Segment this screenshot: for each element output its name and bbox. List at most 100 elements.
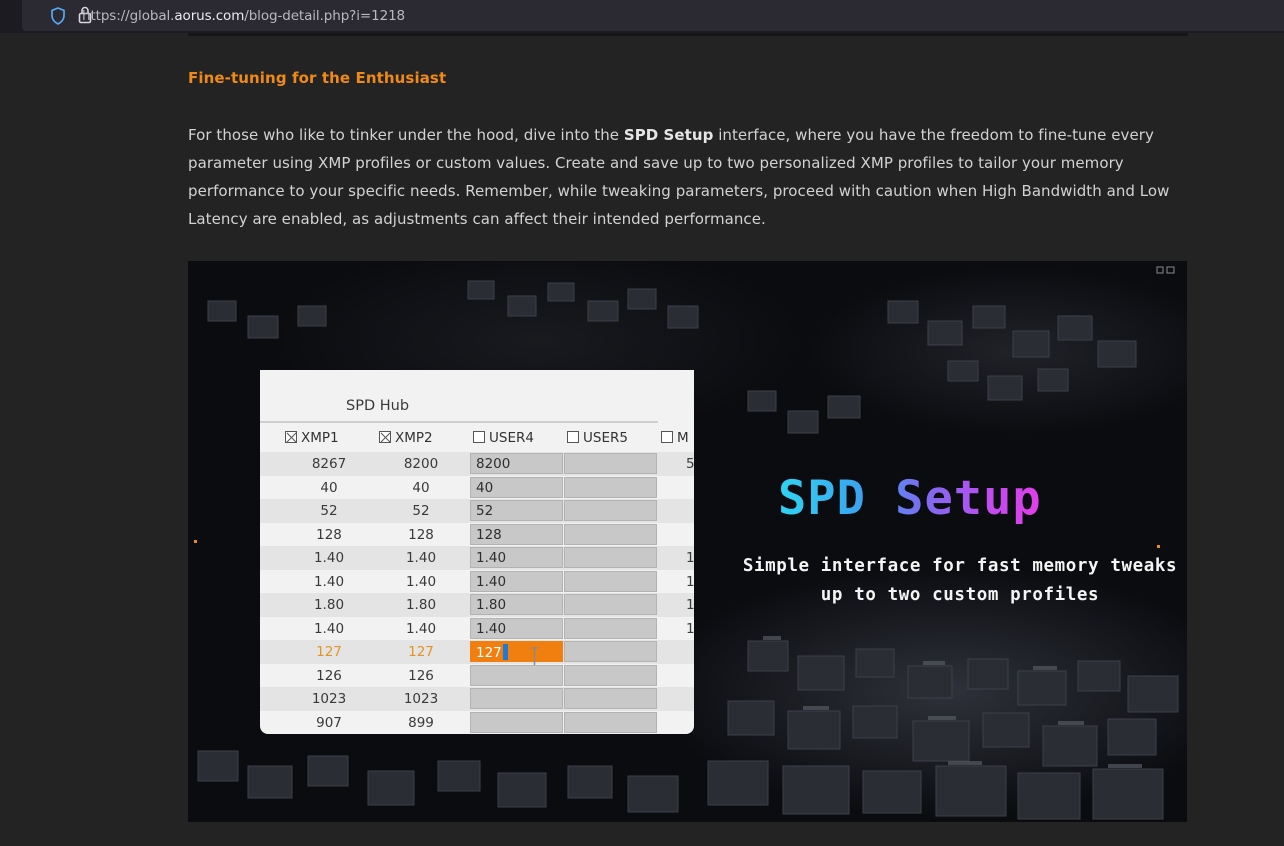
xmp1-value: 8267 xyxy=(311,456,347,472)
xmp1-value: 1.40 xyxy=(313,620,345,637)
table-row: 126 126 xyxy=(260,664,694,688)
banner-subtitle-line-1: Simple interface for fast memory tweaks xyxy=(742,556,1178,576)
user5-input[interactable] xyxy=(564,547,657,568)
xmp2-value: 1023 xyxy=(403,691,439,707)
user4-value: 52 xyxy=(476,503,494,519)
user5-input[interactable] xyxy=(564,664,657,686)
url-path: /blog-detail.php?i=1218 xyxy=(244,8,406,24)
hub-title-divider xyxy=(260,421,658,423)
user5-input[interactable] xyxy=(564,594,657,615)
m-value: 1 xyxy=(686,550,694,566)
user5-input[interactable] xyxy=(564,688,657,709)
user4-input[interactable]: 128 xyxy=(470,523,563,545)
tracking-protection-shield-icon[interactable] xyxy=(50,7,66,25)
xmp1-value: 52 xyxy=(320,503,338,519)
user4-value: 1.40 xyxy=(476,573,507,590)
table-row: 40 40 40 xyxy=(260,476,694,500)
xmp1-value: 1023 xyxy=(311,691,347,707)
table-row: 52 52 52 xyxy=(260,499,694,523)
xmp2-value: 52 xyxy=(412,503,430,519)
accent-dot xyxy=(194,540,197,543)
column-user5[interactable]: USER5 xyxy=(567,430,628,446)
paragraph-bold-term: SPD Setup xyxy=(623,126,714,144)
xmp2-value: 128 xyxy=(408,526,434,543)
url-domain: aorus.com xyxy=(174,8,245,24)
xmp2-value: 899 xyxy=(408,714,434,731)
browser-toolbar: https://global.aorus.com/blog-detail.php… xyxy=(0,0,1284,33)
user4-input[interactable]: 1.40 xyxy=(470,570,563,592)
user5-input[interactable] xyxy=(564,617,657,639)
xmp1-value: 907 xyxy=(316,714,342,731)
user4-input[interactable]: 1.40 xyxy=(470,617,563,639)
profile-column-headers: XMP1 XMP2 USER4 USER5 M xyxy=(260,425,694,452)
user4-input[interactable]: 52 xyxy=(470,500,563,521)
url-text[interactable]: https://global.aorus.com/blog-detail.php… xyxy=(82,8,405,24)
column-xmp1[interactable]: XMP1 xyxy=(285,430,339,446)
column-xmp2[interactable]: XMP2 xyxy=(379,430,433,446)
user4-value: 8200 xyxy=(476,456,511,472)
xmp1-value: 1.80 xyxy=(313,597,345,613)
xmp2-value: 8200 xyxy=(403,456,439,472)
user5-input[interactable] xyxy=(564,476,657,498)
text-caret xyxy=(502,644,508,660)
user4-input[interactable]: 8200 xyxy=(470,453,563,474)
m-value: 1 xyxy=(686,620,694,637)
xmp2-value: 127 xyxy=(408,644,434,660)
unchecked-checkbox-icon[interactable] xyxy=(473,431,485,443)
xmp2-value: 1.80 xyxy=(405,597,437,613)
user4-value: 1.40 xyxy=(476,550,507,566)
user5-input[interactable] xyxy=(564,523,657,545)
xmp2-value: 1.40 xyxy=(405,550,437,566)
xmp2-value: 126 xyxy=(408,667,434,684)
m-value: 1 xyxy=(686,597,694,613)
unchecked-checkbox-icon[interactable] xyxy=(661,431,673,443)
user4-value: 127 xyxy=(476,645,502,661)
xmp1-value: 1.40 xyxy=(313,573,345,590)
user5-input[interactable] xyxy=(564,711,657,733)
xmp1-value: 40 xyxy=(320,479,338,496)
user5-input[interactable] xyxy=(564,500,657,521)
url-prefix: https://global. xyxy=(82,8,175,24)
paragraph-text-1: For those who like to tinker under the h… xyxy=(188,126,624,144)
table-row: 907 899 xyxy=(260,711,694,735)
table-row: 1023 1023 xyxy=(260,687,694,711)
table-row: 1.40 1.40 1.40 1 xyxy=(260,546,694,570)
user4-input[interactable]: 1.40 xyxy=(470,547,563,568)
spd-setup-banner-image: SPD Hub XMP1 XMP2 USER4 USER5 M 8267 8200… xyxy=(188,261,1187,822)
window-controls-icon xyxy=(1156,266,1175,274)
user4-input[interactable]: 40 xyxy=(470,476,563,498)
user4-value: 40 xyxy=(476,479,494,496)
user5-input[interactable] xyxy=(564,453,657,474)
user4-value: 1.80 xyxy=(476,597,507,613)
xmp1-value: 128 xyxy=(316,526,342,543)
banner-subtitle-line-2: up to two custom profiles xyxy=(820,585,1100,605)
user4-input[interactable]: 127 xyxy=(470,641,563,662)
user5-input[interactable] xyxy=(564,641,657,662)
checked-checkbox-icon[interactable] xyxy=(285,431,297,443)
xmp1-value: 1.40 xyxy=(313,550,345,566)
user5-input[interactable] xyxy=(564,570,657,592)
table-row: 128 128 128 xyxy=(260,523,694,547)
accent-dot xyxy=(1157,545,1160,548)
checked-checkbox-icon[interactable] xyxy=(379,431,391,443)
user4-input[interactable] xyxy=(470,664,563,686)
banner-subtitle: Simple interface for fast memory tweaks … xyxy=(710,552,1187,610)
xmp1-value: 126 xyxy=(316,667,342,684)
m-value: 5 xyxy=(686,456,694,472)
xmp2-value: 1.40 xyxy=(405,620,437,637)
spd-hub-window: SPD Hub XMP1 XMP2 USER4 USER5 M 8267 8200… xyxy=(260,370,694,734)
section-paragraph: For those who like to tinker under the h… xyxy=(188,121,1188,233)
table-row: 127 127 127 xyxy=(260,640,694,673)
xmp1-value: 127 xyxy=(316,644,342,660)
table-row: 1.80 1.80 1.80 1 xyxy=(260,593,694,617)
column-user4[interactable]: USER4 xyxy=(473,430,534,446)
user4-input[interactable]: 1.80 xyxy=(470,594,563,615)
hub-title: SPD Hub xyxy=(346,398,410,414)
unchecked-checkbox-icon[interactable] xyxy=(567,431,579,443)
table-row: 1.40 1.40 1.40 1 xyxy=(260,570,694,594)
user4-value: 128 xyxy=(476,526,502,543)
user4-input[interactable] xyxy=(470,711,563,733)
column-m[interactable]: M xyxy=(661,430,689,446)
user4-input[interactable] xyxy=(470,688,563,709)
user4-value: 1.40 xyxy=(476,620,507,637)
